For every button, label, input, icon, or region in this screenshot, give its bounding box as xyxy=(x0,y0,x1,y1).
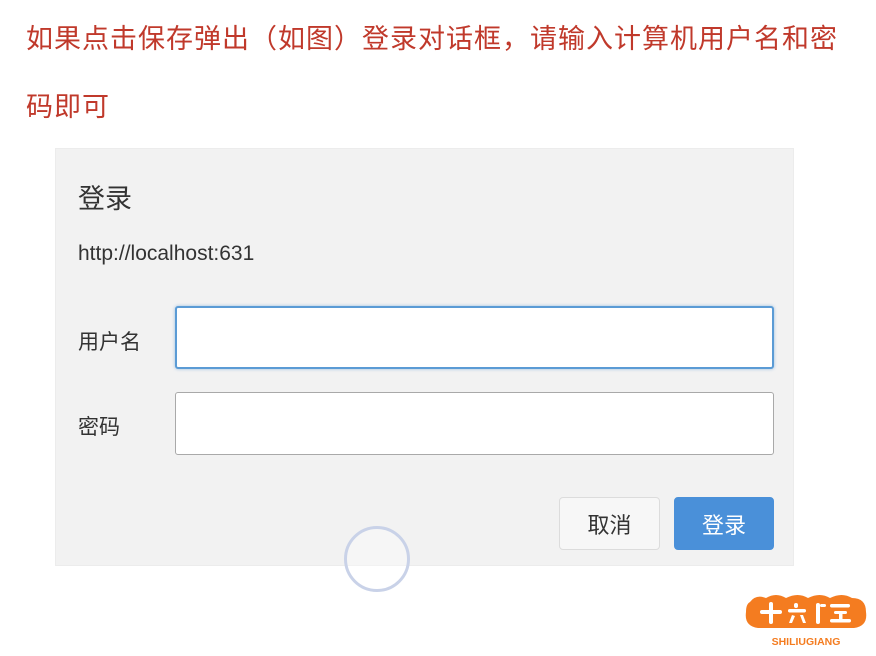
watermark-logo: SHILIUGIANG xyxy=(744,593,868,648)
instruction-text: 如果点击保存弹出（如图）登录对话框，请输入计算机用户名和密码即可 xyxy=(26,24,838,123)
dialog-url: http://localhost:631 xyxy=(78,242,255,265)
cancel-button[interactable]: 取消 xyxy=(559,497,660,550)
watermark-subtext: SHILIUGIANG xyxy=(772,636,841,648)
password-input[interactable] xyxy=(175,392,774,455)
login-button[interactable]: 登录 xyxy=(674,497,774,550)
dialog-title: 登录 xyxy=(78,184,132,215)
username-label: 用户名 xyxy=(78,330,141,354)
username-input[interactable] xyxy=(175,306,774,369)
password-label: 密码 xyxy=(78,415,120,439)
touch-indicator-icon xyxy=(344,526,410,592)
login-dialog: 登录 http://localhost:631 用户名 密码 取消 登录 xyxy=(55,148,794,566)
